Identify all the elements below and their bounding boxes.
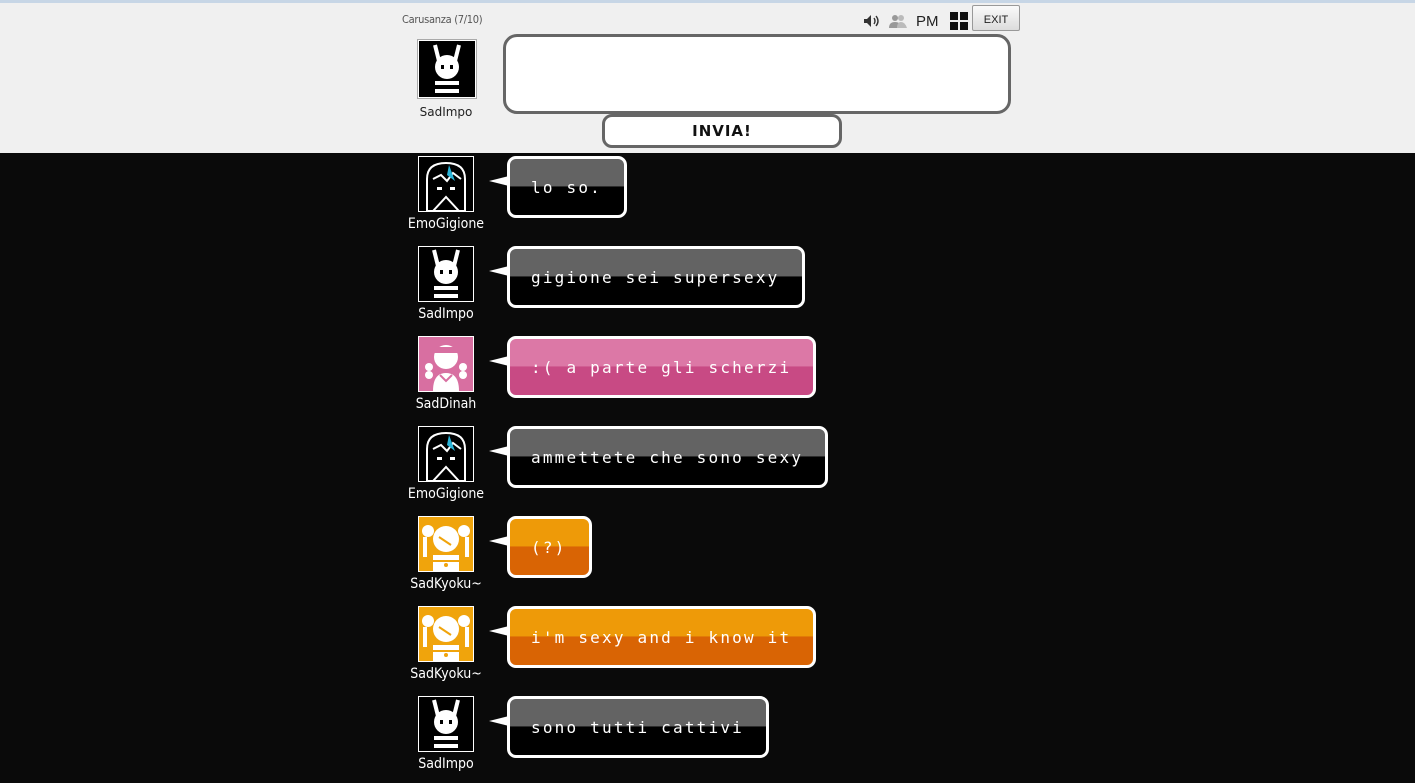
message-bubble: (?) [507,516,592,578]
grid-icon[interactable] [949,11,969,31]
bubble-tail [489,716,509,726]
chat-message: EmoGigione lo so. [0,153,1415,243]
message-author[interactable]: SadImpo [396,756,496,772]
bubble-tail [489,536,509,546]
chat-message: SadImpo gigione sei supersexy [0,243,1415,333]
chat-header: Carusanza (7/10) PM EXIT SadImpo INVIA! [0,3,1415,153]
bunny-avatar[interactable] [418,246,474,302]
message-bubble: :( a parte gli scherzi [507,336,817,398]
message-text: gigione sei supersexy [531,267,780,287]
message-text: ammettete che sono sexy [531,447,804,467]
message-bubble: gigione sei supersexy [507,246,805,308]
bubble-tail [489,266,509,276]
send-button[interactable]: INVIA! [602,114,842,148]
bubble-tail [489,626,509,636]
message-author[interactable]: SadKyoku~ [396,666,496,682]
emo-avatar[interactable] [418,426,474,482]
chat-message: SadKyoku~ i'm sexy and i know it [0,603,1415,693]
message-bubble: lo so. [507,156,627,218]
pm-button[interactable]: PM [916,13,939,30]
message-author[interactable]: EmoGigione [396,216,496,232]
chat-message: SadDinah :( a parte gli scherzi [0,333,1415,423]
girl-avatar[interactable] [418,336,474,392]
message-author[interactable]: SadKyoku~ [396,576,496,592]
bubble-tail [489,446,509,456]
bunny-avatar-icon [419,41,475,97]
message-text: sono tutti cattivi [531,717,744,737]
bubble-tail [489,176,509,186]
my-avatar[interactable] [417,39,477,99]
pigtails-avatar[interactable] [418,606,474,662]
message-bubble: ammettete che sono sexy [507,426,829,488]
pigtails-avatar[interactable] [418,516,474,572]
message-text: :( a parte gli scherzi [531,357,792,377]
message-bubble: sono tutti cattivi [507,696,769,758]
message-text: (?) [531,537,567,557]
message-author[interactable]: EmoGigione [396,486,496,502]
message-text: lo so. [531,177,602,197]
message-author[interactable]: SadDinah [396,396,496,412]
message-bubble: i'm sexy and i know it [507,606,817,668]
emo-avatar[interactable] [418,156,474,212]
my-username: SadImpo [419,105,473,119]
message-text: i'm sexy and i know it [531,627,792,647]
chat-message: SadKyoku~ (?) [0,513,1415,603]
chat-message: EmoGigione ammettete che sono sexy [0,423,1415,513]
exit-button[interactable]: EXIT [972,5,1020,31]
room-title: Carusanza (7/10) [402,13,483,26]
bunny-avatar[interactable] [418,696,474,752]
bubble-tail [489,356,509,366]
chat-message: SadImpo sono tutti cattivi [0,693,1415,783]
users-icon[interactable] [888,11,908,31]
message-input[interactable] [503,34,1011,114]
toolbar: PM [862,10,975,32]
message-author[interactable]: SadImpo [396,306,496,322]
speaker-icon[interactable] [862,11,882,31]
